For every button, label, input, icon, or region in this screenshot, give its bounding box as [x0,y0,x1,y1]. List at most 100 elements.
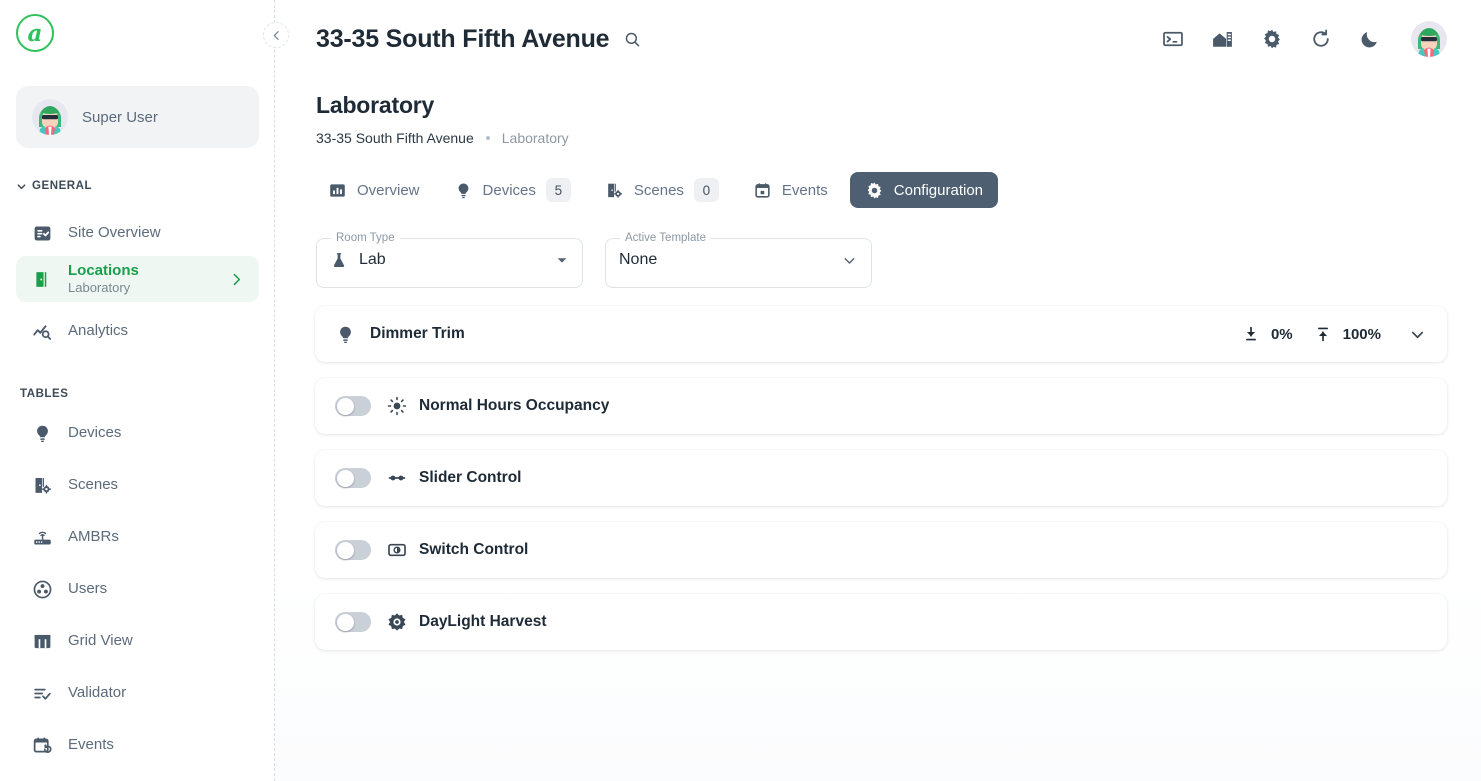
switch-icon [387,540,407,560]
sidebar-item-label: Site Overview [68,223,161,241]
active-template-value: None [619,251,658,268]
trim-max-value: 100% [1342,325,1381,343]
room-type-select[interactable]: Room Type Lab [316,232,583,288]
breadcrumb-current: Laboratory [501,130,569,146]
brightness-icon [387,612,407,632]
bulb-icon [30,421,54,445]
row-switch-control[interactable]: Switch Control [315,522,1447,578]
sidebar-item-analytics[interactable]: Analytics [16,308,259,354]
tab-overview[interactable]: Overview [316,172,432,208]
sidebar-item-validator[interactable]: Validator [16,670,259,716]
breadcrumb: 33-35 South Fifth Avenue Laboratory [316,130,1481,146]
refresh-icon[interactable] [1310,28,1332,50]
dimmer-trim-values: 0% 100% [1242,325,1427,344]
tab-devices[interactable]: Devices 5 [442,172,583,208]
sidebar-item-label: Locations [68,261,139,279]
sidebar-section-tables: TABLES [0,384,275,404]
tab-badge-count: 0 [693,178,719,202]
site-title: 33-35 South Fifth Avenue [316,24,610,53]
sidebar-section-general-label: GENERAL [32,180,93,192]
chevron-down-icon [16,181,26,191]
site-overview-icon [30,221,54,245]
tab-label: Events [781,181,828,199]
tab-configuration[interactable]: Configuration [849,172,999,208]
terminal-icon[interactable] [1162,28,1184,50]
toggle-switch-control[interactable] [335,540,371,560]
breadcrumb-separator-dot [485,136,490,140]
sidebar-item-devices[interactable]: Devices [16,410,259,456]
bulb-icon [454,181,473,200]
room-type-value: Lab [359,251,386,268]
active-template-select[interactable]: Active Template None [605,232,872,288]
tab-label: Configuration [893,181,984,199]
flask-icon [330,251,348,269]
row-dimmer-trim[interactable]: Dimmer Trim 0% 100% [315,306,1447,362]
building-home-icon[interactable] [1211,28,1234,51]
users-icon [30,577,54,601]
row-daylight-harvest[interactable]: DayLight Harvest [315,594,1447,650]
sidebar-item-label: Grid View [68,631,133,649]
chevron-right-icon[interactable] [228,271,245,288]
sidebar-item-label: Devices [68,423,122,441]
tab-label: Devices [482,181,536,199]
search-icon[interactable] [623,30,642,49]
gear-icon [865,181,884,200]
toggle-daylight-harvest[interactable] [335,612,371,632]
sidebar-item-grid-view[interactable]: Grid View [16,618,259,664]
main-content: 33-35 South Fifth Avenue Laboratory 33-3… [275,0,1481,781]
sidebar-item-label: Validator [68,683,127,701]
topbar-actions [1162,21,1447,57]
calendar-icon [753,181,772,200]
toggle-slider-control[interactable] [335,468,371,488]
router-icon [30,525,54,549]
sidebar-user-card[interactable]: Super User [16,86,259,148]
sidebar-item-label: Events [68,735,114,753]
expand-chevron-down-icon[interactable] [1408,325,1427,344]
row-label: DayLight Harvest [419,613,547,630]
tab-badge-count: 5 [545,178,571,202]
sidebar-item-label: Analytics [68,321,129,339]
page-header: Laboratory 33-35 South Fifth Avenue Labo… [275,78,1481,146]
gear-icon[interactable] [1261,28,1283,50]
dropdown-arrow-icon[interactable] [555,253,569,267]
row-label: Slider Control [419,469,522,486]
slider-icon [387,468,407,488]
row-label: Normal Hours Occupancy [419,397,610,414]
sun-occupancy-icon [387,396,407,416]
toggle-knob [336,469,354,487]
sidebar-collapse-button[interactable] [263,22,289,48]
row-normal-hours-occupancy[interactable]: Normal Hours Occupancy [315,378,1447,434]
grid-icon [30,629,54,653]
sidebar-section-tables-label: TABLES [20,388,69,400]
user-avatar[interactable] [1411,21,1447,57]
tab-label: Overview [357,181,420,199]
breadcrumb-parent[interactable]: 33-35 South Fifth Avenue [316,130,474,146]
sidebar-item-users[interactable]: Users [16,566,259,612]
scenes-icon [30,473,54,497]
sidebar-item-scenes[interactable]: Scenes [16,462,259,508]
row-slider-control[interactable]: Slider Control [315,450,1447,506]
bulb-icon [335,324,356,345]
page-title: Laboratory [316,92,435,118]
sidebar: a Super User GENERAL Site Overview Locat… [0,0,275,781]
tab-events[interactable]: Events [741,172,840,208]
chevron-left-icon [270,29,283,42]
tab-label: Scenes [633,181,684,199]
sidebar-item-events[interactable]: Events [16,722,259,768]
toggle-knob [336,397,354,415]
sidebar-item-site-overview[interactable]: Site Overview [16,210,259,256]
chevron-down-icon[interactable] [841,252,858,269]
toggle-knob [336,541,354,559]
sidebar-item-ambrs[interactable]: AMBRs [16,514,259,560]
chart-bar-icon [328,181,347,200]
dark-mode-moon-icon[interactable] [1359,29,1380,50]
config-rows: Dimmer Trim 0% 100% Normal Hours Occupan… [275,288,1481,650]
sidebar-item-locations[interactable]: Locations Laboratory [16,256,259,302]
scenes-icon [605,181,624,200]
sidebar-section-general[interactable]: GENERAL [0,176,275,196]
tab-bar: Overview Devices 5 Scenes 0 Events Confi… [275,146,1481,208]
toggle-normal-hours-occupancy[interactable] [335,396,371,416]
row-label: Dimmer Trim [370,325,465,342]
logo-container[interactable]: a [0,0,275,72]
tab-scenes[interactable]: Scenes 0 [593,172,731,208]
